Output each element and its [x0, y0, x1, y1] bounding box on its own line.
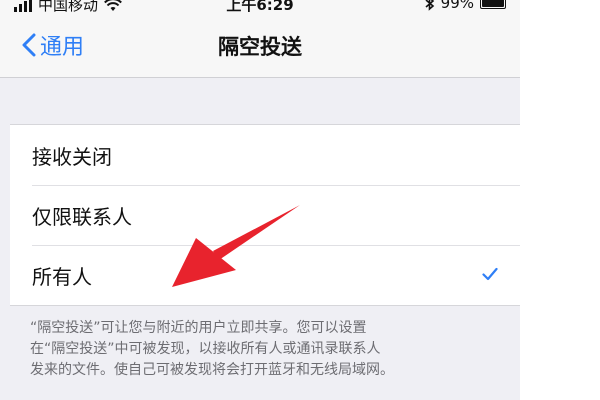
airdrop-options-list: 接收关闭 仅限联系人 所有人 [10, 124, 520, 306]
right-margin [520, 0, 600, 400]
page-title: 隔空投送 [218, 35, 302, 59]
option-label: 所有人 [32, 265, 92, 289]
checkmark-icon [482, 267, 498, 281]
airdrop-description: “隔空投送”可让您与附近的用户立即共享。您可以设置 在“隔空投送”中可被发现，以… [30, 318, 500, 381]
option-contacts-only[interactable]: 仅限联系人 [10, 185, 520, 245]
battery-percent: 99% [440, 0, 474, 12]
battery-fill [482, 0, 504, 7]
option-receiving-off[interactable]: 接收关闭 [10, 125, 520, 185]
option-label: 仅限联系人 [32, 205, 132, 229]
status-bar: 中国移动 上午6:29 99% [0, 0, 520, 15]
battery-icon [480, 0, 506, 9]
phone-screen: 中国移动 上午6:29 99% 通用 隔空投送 接收关闭 仅限联系人 所有人 “… [0, 0, 520, 400]
description-line: “隔空投送”可让您与附近的用户立即共享。您可以设置 [30, 320, 367, 336]
navigation-bar: 通用 隔空投送 [0, 15, 520, 78]
bluetooth-icon [425, 0, 434, 11]
description-line: 在“隔空投送”中可被发现，以接收所有人或通讯录联系人 [30, 341, 381, 357]
status-right: 99% [425, 0, 506, 12]
description-line: 发来的文件。使自己可被发现将会打开蓝牙和无线局域网。 [30, 362, 394, 378]
option-label: 接收关闭 [32, 145, 112, 169]
option-everyone[interactable]: 所有人 [10, 245, 520, 305]
